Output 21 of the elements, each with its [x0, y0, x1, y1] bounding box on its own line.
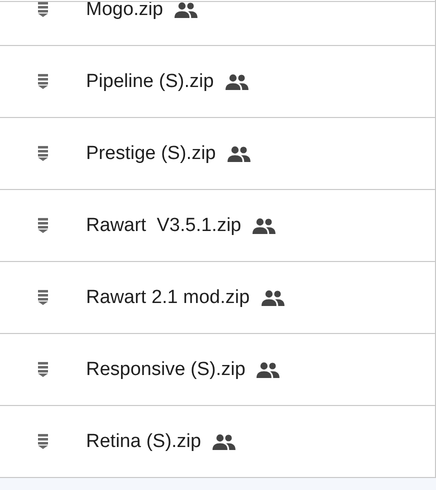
- file-name[interactable]: Responsive (S).zip: [86, 358, 246, 380]
- shared-people-icon: [256, 362, 280, 378]
- shared-people-icon: [226, 146, 251, 162]
- file-name[interactable]: Pipeline (S).zip: [86, 70, 214, 92]
- shared-people-icon: [212, 434, 236, 450]
- zip-file-icon: [37, 2, 49, 17]
- zip-file-icon: [37, 218, 49, 233]
- file-name[interactable]: Mogo.zip: [86, 0, 164, 20]
- shared-people-icon: [252, 218, 276, 234]
- zip-file-icon: [37, 362, 49, 377]
- file-name[interactable]: Retina (S).zip: [86, 430, 202, 452]
- zip-file-icon: [37, 434, 49, 449]
- zip-file-icon: [37, 146, 49, 161]
- file-name[interactable]: Rawart V3.5.1.zip: [86, 214, 242, 236]
- zip-file-icon: [37, 290, 49, 305]
- file-name[interactable]: Rawart 2.1 mod.zip: [86, 286, 250, 308]
- shared-people-icon: [224, 74, 249, 90]
- file-name[interactable]: Prestige (S).zip: [86, 142, 216, 164]
- shared-people-icon: [260, 290, 285, 306]
- shared-people-icon: [174, 2, 198, 18]
- zip-file-icon: [37, 74, 49, 89]
